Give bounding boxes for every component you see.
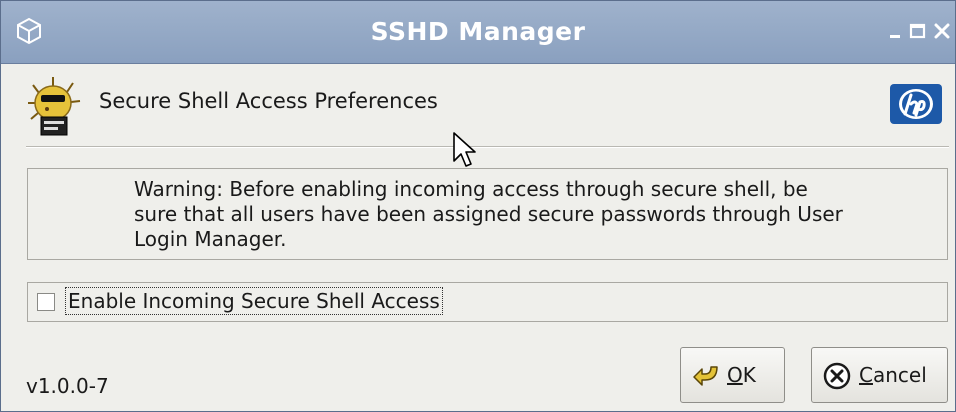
- mouse-cursor-icon: [453, 132, 476, 167]
- header-title: Secure Shell Access Preferences: [99, 89, 438, 113]
- warning-text: Warning: Before enabling incoming access…: [134, 177, 843, 251]
- enable-ssh-option[interactable]: Enable Incoming Secure Shell Access: [27, 282, 948, 322]
- enable-ssh-label[interactable]: Enable Incoming Secure Shell Access: [65, 287, 443, 315]
- ok-button[interactable]: OK: [680, 347, 785, 403]
- close-icon[interactable]: [930, 19, 954, 43]
- window-title: SSHD Manager: [370, 17, 586, 46]
- header-separator: [26, 146, 949, 148]
- hp-logo-icon: [890, 84, 942, 124]
- cancel-circle-icon: [823, 362, 851, 390]
- warning-panel: Warning: Before enabling incoming access…: [27, 168, 948, 260]
- cancel-button[interactable]: Cancel: [811, 347, 948, 403]
- title-bar[interactable]: SSHD Manager: [1, 1, 955, 64]
- ok-label: OK: [727, 363, 756, 387]
- version-label: v1.0.0-7: [26, 374, 109, 398]
- cancel-label: Cancel: [859, 363, 927, 387]
- maximize-icon[interactable]: [906, 19, 930, 43]
- enable-ssh-checkbox[interactable]: [37, 293, 55, 311]
- pufferfish-icon: [28, 77, 81, 136]
- sshd-manager-window: SSHD Manager Secure Shell Access Prefere…: [0, 0, 956, 412]
- minimize-icon[interactable]: [884, 19, 908, 43]
- ok-arrow-icon: [693, 366, 718, 386]
